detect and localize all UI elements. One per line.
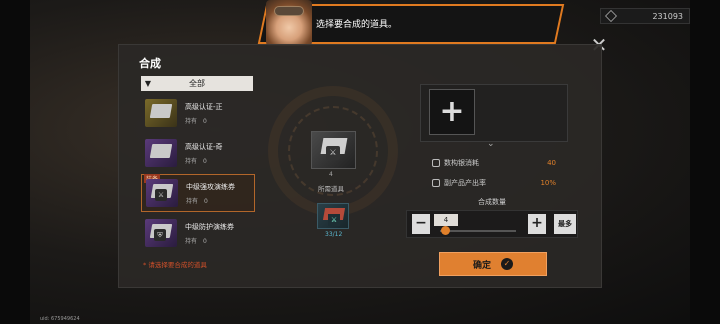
quantity-label: 合成数量 [478, 198, 506, 206]
goggles-icon [274, 6, 304, 16]
item-own-label: 持有 [185, 117, 198, 125]
filter-dropdown[interactable]: ▼ 全部 [141, 76, 253, 91]
item-own-label: 持有 [186, 197, 199, 205]
panel-title: 合成 [139, 57, 161, 70]
increase-button[interactable]: + [528, 214, 546, 234]
list-item[interactable]: 高级认证-正 持有 0 [141, 94, 255, 132]
item-name: 中级强攻演练券 [186, 182, 235, 191]
item-thumbnail: ⚔ [146, 179, 178, 207]
material-slot[interactable]: ⚔ [317, 203, 349, 229]
item-own-label: 持有 [185, 157, 198, 165]
dialogue-text: 选择要合成的道具。 [316, 20, 398, 30]
cost-value: 40 [547, 159, 556, 167]
user-id: uid: 675949624 [40, 316, 80, 322]
item-own-value: 0 [203, 237, 207, 245]
filter-label: 全部 [189, 79, 205, 88]
item-thumbnail [145, 139, 177, 167]
material-count: 33/12 [325, 231, 343, 238]
item-own-label: 持有 [185, 237, 198, 245]
currency-value: 231093 [652, 11, 683, 21]
right-edge [690, 0, 720, 324]
required-count: 4 [329, 171, 333, 178]
item-thumbnail: ⛨ [145, 219, 177, 247]
sword-icon: ⚔ [155, 189, 167, 201]
decrease-button[interactable]: − [412, 214, 430, 234]
list-item-selected[interactable]: 装备 ⚔ 中级强攻演练券 持有0 [141, 174, 255, 212]
quantity-value: 4 [434, 214, 458, 226]
max-button[interactable]: 最多 [554, 214, 576, 234]
quantity-stepper [406, 210, 578, 238]
byproduct-icon [432, 179, 440, 187]
sword-icon: ⚔ [326, 146, 340, 160]
byproduct-label: 副产品产出率 [444, 179, 486, 187]
required-item-slot[interactable]: ⚔ [311, 131, 356, 169]
item-name: 中级防护演练券 [185, 222, 234, 231]
shield-icon: ⛨ [154, 229, 166, 241]
item-own-value: 0 [204, 197, 208, 205]
quantity-slider-track[interactable] [440, 230, 516, 232]
list-item[interactable]: ⛨ 中级防护演练券 持有 0 [141, 214, 255, 250]
required-label: 所需道具 [318, 185, 344, 193]
character-avatar [266, 0, 312, 46]
quantity-slider-handle[interactable] [441, 226, 450, 235]
currency-icon [605, 10, 617, 22]
list-item[interactable]: 高级认证-奇 持有 0 [141, 134, 255, 172]
filter-icon: ▼ [144, 79, 152, 88]
cost-row: 数构银消耗 40 [426, 156, 568, 170]
left-edge [0, 0, 30, 324]
byproduct-row: 副产品产出率 10% [426, 176, 568, 190]
item-own-value: 0 [203, 157, 207, 165]
confirm-button[interactable]: 确定 ✓ [439, 252, 547, 276]
currency-display: 231093 [600, 8, 690, 24]
byproduct-value: 10% [540, 179, 556, 187]
cost-label: 数构银消耗 [444, 159, 479, 167]
item-own-value: 0 [203, 117, 207, 125]
item-thumbnail [145, 99, 177, 127]
check-icon: ✓ [501, 258, 513, 270]
item-name: 高级认证-奇 [185, 142, 223, 151]
add-output-button[interactable]: + [429, 89, 475, 135]
confirm-label: 确定 [472, 260, 491, 271]
item-name: 高级认证-正 [185, 102, 223, 111]
selection-hint: * 请选择要合成的道具 [143, 261, 207, 269]
sword-icon: ⚔ [328, 214, 340, 226]
chevron-down-icon[interactable]: ⌄ [487, 139, 495, 149]
item-list[interactable]: 高级认证-正 持有0 高级认证-奇 持有0 装备 ⚔ 中级强攻演练券 持有0 ⛨… [141, 94, 255, 250]
cost-icon [432, 159, 440, 167]
